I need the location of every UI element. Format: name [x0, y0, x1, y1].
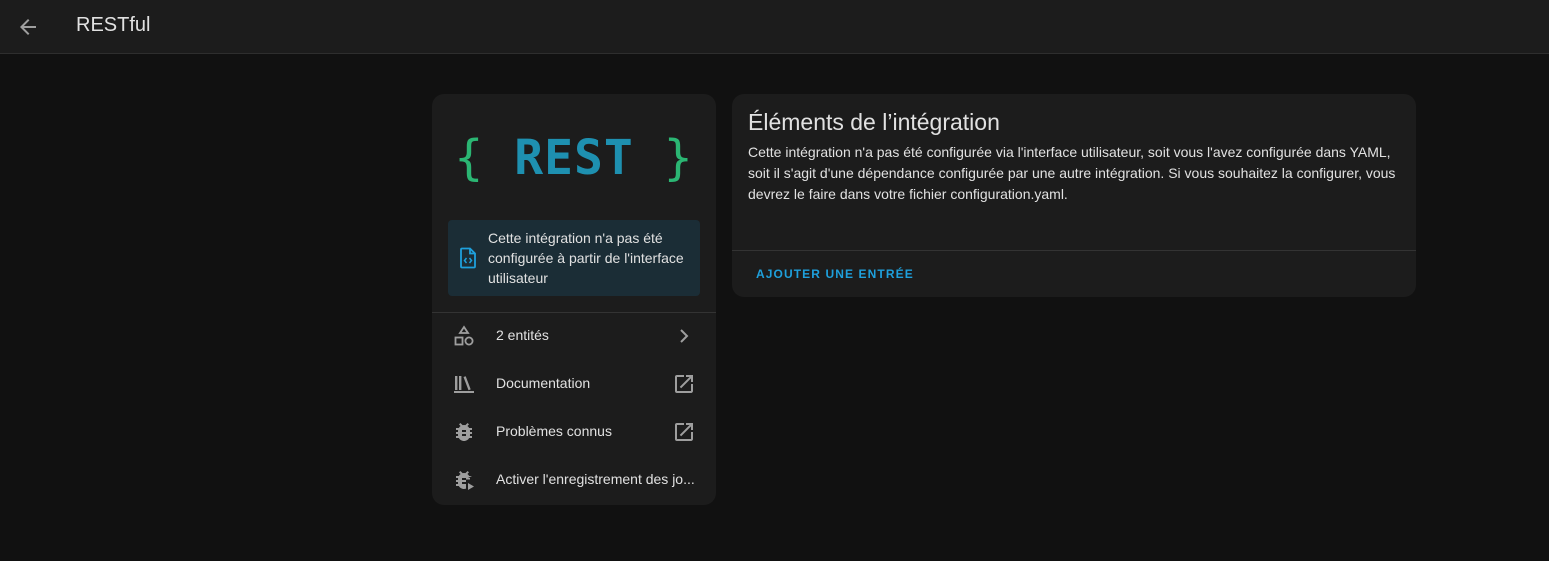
integration-logo: { REST }: [432, 130, 716, 186]
enable-debug-logging-link[interactable]: Activer l'enregistrement des jo...: [432, 456, 716, 504]
entities-link[interactable]: 2 entités: [432, 312, 716, 360]
arrow-left-icon: [20, 19, 36, 35]
page-title: RESTful: [76, 14, 151, 36]
notice-text: Cette intégration n'a pas été configurée…: [488, 230, 684, 286]
shapes-icon: [454, 325, 474, 346]
add-entry-button[interactable]: Ajouter une entrée: [740, 258, 930, 290]
bug-play-icon: [456, 471, 474, 490]
top-app-bar: RESTful: [0, 0, 1549, 54]
list-item-label: Documentation: [496, 375, 591, 391]
integration-info-card: { REST } Cette intégration n'a pas été c…: [432, 94, 716, 505]
list-item-label: Activer l'enregistrement des jo...: [496, 471, 695, 487]
open-in-new-icon: [675, 423, 693, 441]
bug-icon: [456, 423, 472, 441]
back-button[interactable]: [12, 11, 44, 43]
logo-right-brace: }: [663, 130, 694, 186]
known-issues-link[interactable]: Problèmes connus: [432, 408, 716, 456]
integration-entries-card: Éléments de l’intégration Cette intégrat…: [732, 94, 1416, 297]
card-title: Éléments de l’intégration: [748, 109, 1000, 135]
open-in-new-icon: [675, 375, 693, 393]
divider: [732, 250, 1416, 251]
file-code-icon: [460, 247, 476, 269]
list-item-label: Problèmes connus: [496, 423, 612, 439]
logo-word: REST: [514, 130, 634, 186]
yaml-notice: Cette intégration n'a pas été configurée…: [448, 220, 700, 296]
documentation-link[interactable]: Documentation: [432, 360, 716, 408]
logo-left-brace: {: [454, 130, 485, 186]
chevron-right-icon: [680, 329, 689, 343]
list-item-label: 2 entités: [496, 327, 549, 343]
card-description: Cette intégration n'a pas été configurée…: [748, 144, 1396, 202]
bookshelf-icon: [454, 376, 474, 393]
